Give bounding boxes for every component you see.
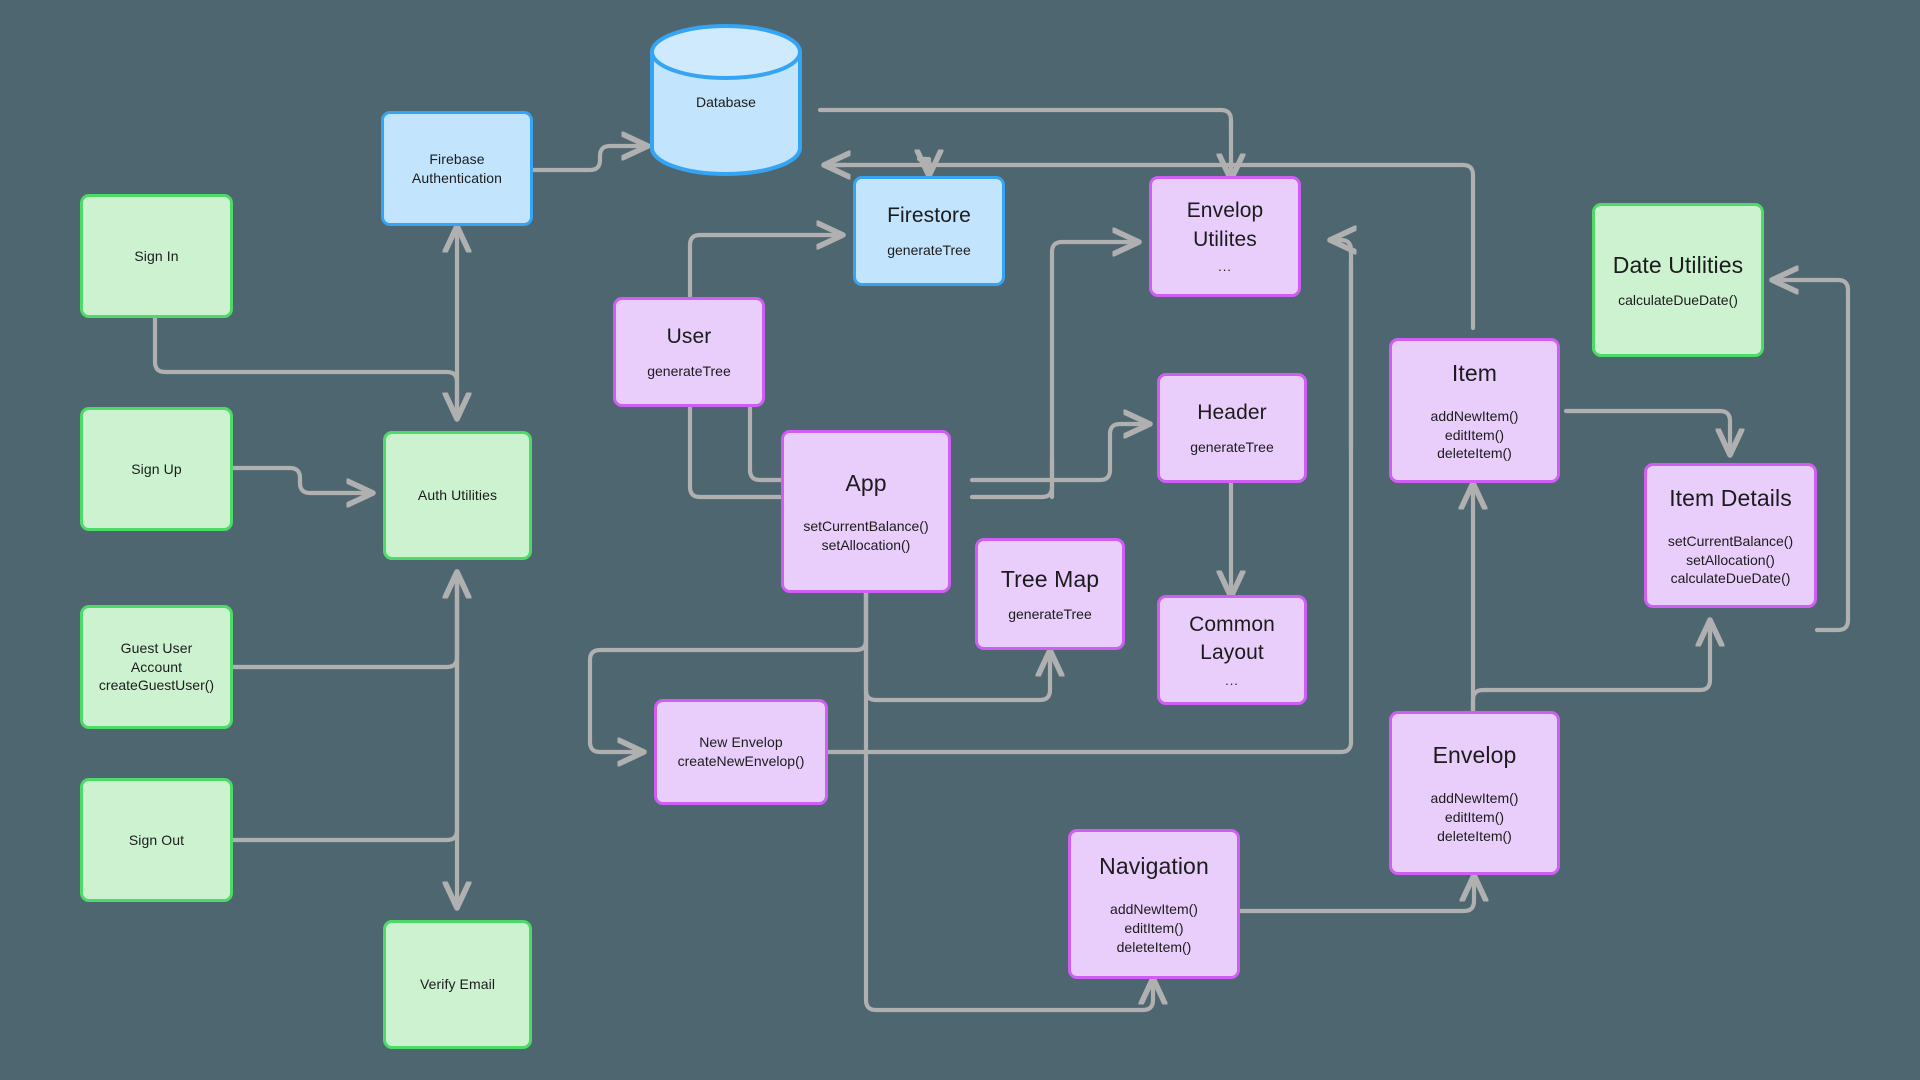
node-date-utilities-methods: calculateDueDate() xyxy=(1618,291,1738,310)
node-firestore-methods: generateTree xyxy=(887,241,971,260)
node-app-methods: setCurrentBalance() setAllocation() xyxy=(803,517,928,555)
node-common-layout[interactable]: Common Layout ... xyxy=(1157,595,1307,705)
node-guest-user-account-title: Guest User xyxy=(120,639,193,656)
node-item-method-1: addNewItem() xyxy=(1430,407,1519,424)
node-date-utilities[interactable]: Date Utilities calculateDueDate() xyxy=(1592,203,1764,357)
node-item-title: Item xyxy=(1451,359,1498,386)
node-firestore[interactable]: Firestore generateTree xyxy=(853,176,1005,286)
node-sign-in-title: Sign In xyxy=(134,247,179,264)
edge-envelop-to-itemdetails xyxy=(1470,620,1710,715)
node-item-details-method-3: calculateDueDate() xyxy=(1670,570,1791,587)
edge-app-to-envelopUtil-stub xyxy=(969,457,1055,500)
node-header-method-1: generateTree xyxy=(1190,438,1274,455)
edge-guest-to-auth xyxy=(230,572,457,670)
node-guest-user-account[interactable]: Guest User Account createGuestUser() xyxy=(80,605,233,729)
node-verify-email[interactable]: Verify Email xyxy=(383,920,532,1049)
node-common-layout-title: Common xyxy=(1189,612,1275,636)
node-new-envelop-title: New Envelop xyxy=(699,734,783,751)
node-envelop-utilites-title: Envelop xyxy=(1186,199,1264,223)
edge-signup-to-auth xyxy=(230,465,373,493)
edge-app-to-envelopUtil xyxy=(1049,242,1139,500)
node-item-details-methods: setCurrentBalance() setAllocation() calc… xyxy=(1668,532,1793,589)
diagram-edges xyxy=(152,107,1851,1013)
node-header-title: Header xyxy=(1197,401,1267,425)
node-item[interactable]: Item addNewItem() editItem() deleteItem(… xyxy=(1389,338,1560,483)
node-new-envelop[interactable]: New Envelop createNewEnvelop() xyxy=(654,699,828,805)
edge-db-to-enveloputil-horiz xyxy=(817,107,1234,133)
node-user-methods: generateTree xyxy=(647,362,731,381)
node-date-utilities-title: Date Utilities xyxy=(1612,252,1744,279)
node-app-method-1: setCurrentBalance() xyxy=(803,518,929,535)
node-header[interactable]: Header generateTree xyxy=(1157,373,1307,483)
node-header-methods: generateTree xyxy=(1190,438,1274,457)
node-envelop-utilites-dots: ... xyxy=(1218,259,1232,275)
node-app-method-2: setAllocation() xyxy=(821,537,911,554)
node-firebase-authentication-title2: Authentication xyxy=(411,169,503,186)
node-firestore-method-1: generateTree xyxy=(887,241,971,258)
node-app[interactable]: App setCurrentBalance() setAllocation() xyxy=(781,430,951,593)
node-envelop-utilites[interactable]: Envelop Utilites ... xyxy=(1149,176,1301,297)
node-new-envelop-methods: createNewEnvelop() xyxy=(678,752,805,771)
node-navigation-methods: addNewItem() editItem() deleteItem() xyxy=(1110,900,1198,957)
node-item-details-method-1: setCurrentBalance() xyxy=(1667,532,1794,549)
node-firebase-authentication-title: Firebase xyxy=(429,150,485,167)
edge-item-to-envelopUtil xyxy=(1330,240,1351,453)
node-item-method-3: deleteItem() xyxy=(1437,445,1512,462)
node-date-utilities-method-1: calculateDueDate() xyxy=(1618,292,1738,309)
node-tree-map-title: Tree Map xyxy=(1000,566,1100,593)
node-sign-up-title: Sign Up xyxy=(131,460,182,477)
node-sign-out[interactable]: Sign Out xyxy=(80,778,233,902)
node-firebase-authentication[interactable]: Firebase Authentication xyxy=(381,111,533,226)
node-navigation-method-3: deleteItem() xyxy=(1116,938,1192,955)
node-envelop-utilites-title2: Utilites xyxy=(1193,227,1257,251)
node-firestore-title: Firestore xyxy=(887,204,971,228)
node-envelop-method-2: editItem() xyxy=(1444,809,1505,826)
node-envelop-title: Envelop xyxy=(1432,742,1517,769)
node-tree-map-methods: generateTree xyxy=(1008,605,1092,624)
node-sign-out-title: Sign Out xyxy=(128,831,185,848)
node-guest-user-account-title2: Account xyxy=(130,658,183,675)
node-navigation-method-2: editItem() xyxy=(1124,920,1184,937)
node-sign-up[interactable]: Sign Up xyxy=(80,407,233,531)
node-user[interactable]: User generateTree xyxy=(613,297,765,407)
node-common-layout-title2: Layout xyxy=(1200,641,1264,665)
edge-navigation-to-envelop xyxy=(1237,875,1474,914)
node-navigation-title: Navigation xyxy=(1099,853,1209,880)
node-auth-utilities[interactable]: Auth Utilities xyxy=(383,431,532,560)
node-item-details-method-2: setAllocation() xyxy=(1686,551,1775,568)
diagram-canvas: Sign In Sign Up Guest User Account creat… xyxy=(0,0,1920,1080)
node-envelop[interactable]: Envelop addNewItem() editItem() deleteIt… xyxy=(1389,711,1560,875)
node-database-title: Database xyxy=(696,94,756,110)
node-item-methods: addNewItem() editItem() deleteItem() xyxy=(1431,407,1519,464)
node-item-method-2: editItem() xyxy=(1444,426,1505,443)
node-user-method-1: generateTree xyxy=(647,362,731,379)
node-envelop-method-3: deleteItem() xyxy=(1437,827,1512,844)
edge-item-to-itemdetails xyxy=(1563,408,1730,455)
node-sign-in[interactable]: Sign In xyxy=(80,194,233,318)
node-common-layout-dots: ... xyxy=(1225,672,1239,688)
node-navigation[interactable]: Navigation addNewItem() editItem() delet… xyxy=(1068,829,1240,979)
node-envelop-methods: addNewItem() editItem() deleteItem() xyxy=(1431,789,1519,846)
node-item-details[interactable]: Item Details setCurrentBalance() setAllo… xyxy=(1644,463,1817,608)
node-tree-map-method-1: generateTree xyxy=(1008,606,1092,623)
node-database[interactable]: Database xyxy=(648,22,804,178)
edge-firebaseauth-to-database xyxy=(530,146,648,173)
node-verify-email-title: Verify Email xyxy=(419,976,496,993)
edge-signin-to-auth xyxy=(152,315,457,419)
node-guest-user-account-method-1: createGuestUser() xyxy=(98,677,215,694)
node-new-envelop-method-1: createNewEnvelop() xyxy=(677,753,805,769)
node-navigation-method-1: addNewItem() xyxy=(1110,901,1198,918)
node-user-title: User xyxy=(666,325,712,349)
edge-app-to-header xyxy=(969,424,1150,483)
edge-signout-to-auth xyxy=(230,572,457,843)
node-tree-map[interactable]: Tree Map generateTree xyxy=(975,538,1125,650)
node-app-title: App xyxy=(845,470,887,497)
node-item-details-title: Item Details xyxy=(1669,484,1792,511)
node-auth-utilities-title: Auth Utilities xyxy=(417,487,498,504)
node-envelop-method-1: addNewItem() xyxy=(1430,790,1519,807)
